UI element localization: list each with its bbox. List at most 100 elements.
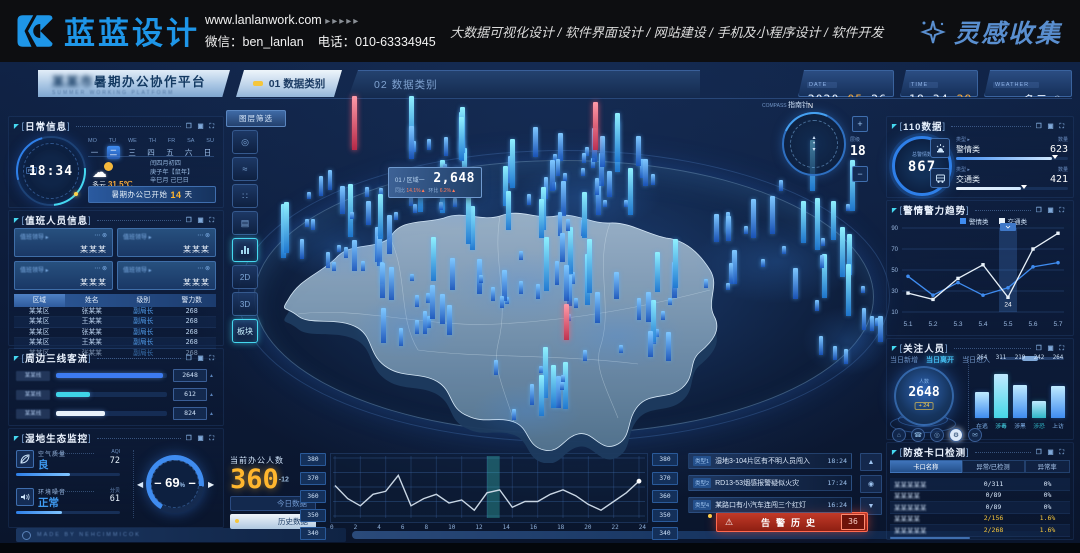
- alert-row[interactable]: 类型2RD13-53烟感报警疑似火灾17:24: [688, 475, 852, 491]
- map-zoom-out-button[interactable]: −: [852, 166, 868, 182]
- website-link[interactable]: www.lanlanwork.com: [205, 13, 322, 27]
- mail-icon[interactable]: ✉: [968, 428, 982, 442]
- x-axis-label: 16: [530, 524, 537, 531]
- panel-controls[interactable]: ❐ ▣ ⛶: [186, 354, 216, 363]
- tab-data-category-2[interactable]: 02 数据类别: [348, 70, 700, 98]
- panel-controls[interactable]: ❐ ▣ ⛶: [186, 122, 216, 131]
- alert-row[interactable]: 类型4某路口有小汽车连闯三个红灯16:24: [688, 497, 852, 513]
- compass-north: N: [808, 103, 813, 110]
- noise-value: 61: [110, 494, 120, 504]
- office-count-value: 360-12: [230, 464, 289, 495]
- card-controls[interactable]: ⋯ ⊗: [197, 265, 210, 274]
- map-zoom-in-button[interactable]: +: [852, 116, 868, 132]
- table-row[interactable]: 某某区张某某副局长268: [14, 307, 216, 317]
- table-row[interactable]: 某某区王某某副局长268: [14, 317, 216, 327]
- noise-block: 环境噪音 正常 分贝 61: [16, 487, 124, 517]
- checkpoint-scrollbar[interactable]: [890, 537, 970, 539]
- map-tooltip[interactable]: 01 / 区域一 2,648 同比 14.1%▲ 环比 6.2%▲: [388, 167, 482, 198]
- data-column: [305, 219, 309, 227]
- card-controls[interactable]: ⋯ ⊗: [94, 232, 107, 241]
- phone-text: 电话：010-63334945: [318, 35, 436, 49]
- alert-pause-button[interactable]: ◉: [860, 475, 882, 493]
- divider: [88, 156, 214, 157]
- x-axis-label: 4: [377, 524, 381, 531]
- wechat-text: 微信：ben_lanlan: [205, 35, 304, 49]
- flow-bar-row: 某某线 824▲: [16, 407, 214, 420]
- y-axis-label: 350: [300, 509, 326, 522]
- svg-text:30: 30: [891, 289, 898, 295]
- gear-icon[interactable]: ⚙: [949, 428, 963, 442]
- y-axis-label: 360: [300, 490, 326, 503]
- data-column: [704, 279, 708, 288]
- y-axis-label: 370: [300, 472, 326, 485]
- data-column: [389, 267, 394, 300]
- panel-controls[interactable]: ❐ ▣ ⛶: [186, 216, 216, 225]
- data-column: [539, 199, 544, 238]
- panel-controls[interactable]: ❐ ▣ ⛶: [1036, 122, 1066, 131]
- panel-controls[interactable]: ❐ ▣ ⛶: [1036, 448, 1066, 457]
- data-column: [820, 255, 824, 268]
- data-column: [661, 311, 665, 320]
- data-column: [666, 332, 671, 361]
- weather-plate: WEATHER 多云 ☁: [984, 70, 1072, 97]
- duty-leader-card[interactable]: 值班领导 ▸⋯ ⊗ 某某某: [14, 228, 113, 257]
- card-controls[interactable]: ⋯ ⊗: [94, 265, 107, 274]
- data-column: [729, 263, 733, 284]
- panel-controls[interactable]: ❐ ▣ ⛶: [1036, 344, 1066, 353]
- alarm-history-button[interactable]: ⚠ 告警历史 36: [716, 512, 868, 532]
- data-column: [348, 184, 353, 237]
- data-column: [558, 133, 563, 161]
- alarm-category-item: 类型 ▸数量 交通类421: [956, 166, 1068, 192]
- data-column: [821, 238, 825, 246]
- checkpoint-row[interactable]: 某某某某某2/2681.6%: [890, 524, 1070, 537]
- data-column: [365, 187, 369, 197]
- data-column: [846, 264, 851, 316]
- panel-controls[interactable]: ❐ ▣ ⛶: [186, 434, 216, 443]
- card-controls[interactable]: ⋯ ⊗: [197, 232, 210, 241]
- x-axis-label: 18: [557, 524, 564, 531]
- 110-data-header: ◤[110数据] ❐ ▣ ⛶: [892, 119, 1066, 133]
- tab-data-category-1[interactable]: 01 数据类别: [236, 70, 342, 97]
- inspiration-collect[interactable]: 灵感收集: [920, 14, 1062, 50]
- duty-leader-card[interactable]: 值班领导 ▸⋯ ⊗ 某某某: [117, 261, 216, 290]
- data-column: [491, 287, 495, 301]
- alarm-indicator-dot: [708, 514, 712, 518]
- flow-bar-row: 某某线 612▲: [16, 388, 214, 401]
- checkpoint-tab[interactable]: 异常率: [1025, 460, 1071, 473]
- lunar-calendar: 闰四月初四庚子年【鼠年】辛巳月 己巳日: [150, 160, 214, 186]
- data-column: [651, 174, 655, 185]
- svg-text:10: 10: [891, 310, 898, 316]
- compass-center: ▴•▾: [784, 135, 844, 153]
- data-column: [415, 295, 419, 307]
- x-axis-label: 6: [401, 524, 405, 531]
- map-level-label: 层级: [850, 136, 860, 143]
- checkpoint-tab[interactable]: 异常/已检测: [962, 460, 1025, 473]
- duty-leader-card[interactable]: 值班领导 ▸⋯ ⊗ 某某某: [117, 228, 216, 257]
- focus-tab[interactable]: 当日新增: [890, 355, 918, 365]
- checkpoint-tab[interactable]: 卡口名称: [890, 460, 962, 473]
- data-column: [350, 212, 354, 219]
- alarm-category-item: 类型 ▸数量 警情类623: [956, 136, 1068, 162]
- phone-icon[interactable]: ☎: [911, 428, 925, 442]
- table-row[interactable]: 某某区王某某副局长268: [14, 338, 216, 348]
- svg-text:90: 90: [891, 226, 898, 232]
- focus-tab[interactable]: 当日离开: [926, 355, 954, 365]
- alarm-trend-header: ◤[警情警力趋势] ❐ ▣ ⛶: [892, 203, 1066, 217]
- home-icon[interactable]: ⌂: [892, 428, 906, 442]
- duty-leader-card[interactable]: 值班领导 ▸⋯ ⊗ 某某某: [14, 261, 113, 290]
- target-icon[interactable]: ◎: [930, 428, 944, 442]
- data-column: [646, 292, 651, 322]
- gauge-prev-arrow[interactable]: ◀: [137, 480, 143, 489]
- compass-dial[interactable]: ▴•▾: [782, 112, 846, 176]
- panel-controls[interactable]: ❐ ▣ ⛶: [1036, 206, 1066, 215]
- arrow-decoration: ▸▸▸▸▸: [325, 16, 360, 27]
- data-column: [563, 173, 567, 181]
- clock-time: 18:34: [18, 164, 84, 179]
- table-row[interactable]: 某某区张某某副局长268: [14, 328, 216, 338]
- svg-text:5.1: 5.1: [903, 321, 912, 328]
- passenger-flow-header: ◤[周边三线客流] ❐ ▣ ⛶: [14, 351, 216, 365]
- weekday-en: SA: [187, 138, 194, 144]
- data-column: [447, 305, 452, 335]
- gauge-next-arrow[interactable]: ▶: [208, 480, 214, 489]
- office-chart-yaxis-left: 380370360350340: [300, 453, 326, 546]
